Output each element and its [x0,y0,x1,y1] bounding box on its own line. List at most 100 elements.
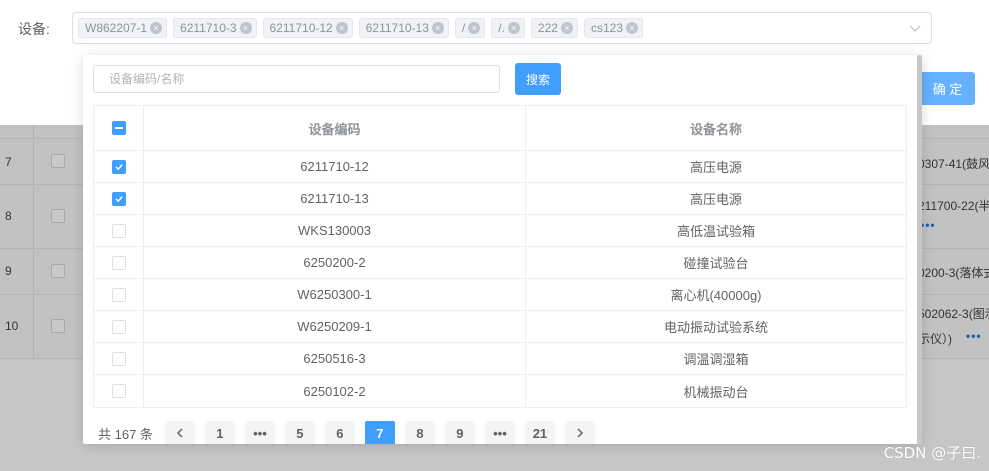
device-code-cell: 6250102-2 [144,375,526,407]
check-icon [114,195,123,202]
chevron-right-icon [577,428,583,438]
device-code-cell: 6250516-3 [144,343,526,374]
row-checkbox[interactable] [111,319,126,334]
device-code-cell: W6250300-1 [144,279,526,310]
row-checkbox[interactable] [111,191,126,206]
close-icon[interactable]: × [625,22,638,34]
search-input[interactable] [93,65,500,93]
device-code-cell: WKS130003 [144,215,526,246]
device-cell: 0200-3(落体式 [918,266,989,280]
row-index: 9 [5,264,12,278]
row-checkbox[interactable] [111,255,126,270]
device-multiselect[interactable]: W862207-1 × 6211710-3 × 6211710-12 × 6211710-1… [72,12,932,44]
check-icon [114,163,123,170]
more-pages-button[interactable]: ••• [484,421,515,444]
device-name-cell: 高低温试验箱 [676,224,755,239]
selected-tag: / × [454,18,486,38]
row-checkbox[interactable] [111,287,126,302]
column-header-name: 设备名称 [689,121,742,137]
close-icon[interactable]: × [335,22,348,34]
more-dots-icon[interactable]: ••• [920,218,936,232]
device-cell: 211700-22(半 [918,199,989,213]
table-row[interactable]: 6250102-2 机械振动台 [94,375,906,407]
row-checkbox-cell [94,183,144,214]
row-checkbox-cell [94,247,144,278]
selected-tag: cs123 × [583,18,643,38]
selected-tag-label: 222 [537,21,558,35]
chevron-left-icon [176,428,183,438]
close-icon[interactable]: × [431,22,444,34]
device-table: 设备编码 设备名称 6211710-12 高压电源 6211710-13 高压电源 WK… [93,105,907,408]
device-code-cell: 6250200-2 [144,247,526,278]
page-button[interactable]: 5 [284,421,315,444]
page-button[interactable]: 1 [204,421,235,444]
device-name-cell: 调温调湿箱 [683,352,749,367]
selected-tag-label: / [461,21,466,35]
device-cell: 502062-3(图示 [918,307,989,321]
selected-tag: /. × [491,18,525,38]
close-icon[interactable]: × [507,22,520,34]
more-pages-button[interactable]: ••• [244,421,275,444]
table-row[interactable]: 6250200-2 碰撞试验台 [94,247,906,279]
row-checkbox[interactable] [51,264,65,278]
device-name-cell: 高压电源 [689,160,742,175]
more-dots-icon[interactable]: ••• [966,329,982,343]
selected-tag: 6211710-12 × [262,18,353,38]
table-row[interactable]: 6211710-12 高压电源 [94,151,906,183]
table-row[interactable]: WKS130003 高低温试验箱 [94,215,906,247]
page-button[interactable]: 21 [524,421,555,444]
row-checkbox[interactable] [51,209,65,223]
device-name-cell: 高压电源 [689,192,742,207]
watermark: CSDN @子曰. [883,444,981,462]
prev-page-button[interactable] [164,421,195,444]
device-name-cell: 电动振动试验系统 [663,320,768,335]
scrollbar-thumb[interactable] [917,55,922,444]
page-button[interactable]: 7 [364,421,395,444]
confirm-button[interactable]: 确 定 [916,72,975,105]
table-row[interactable]: W6250209-1 电动振动试验系统 [94,311,906,343]
selected-tag-label: cs123 [590,21,623,35]
device-cell: 0307-41(鼓风 [918,157,989,171]
row-checkbox[interactable] [111,384,126,398]
chevron-down-icon[interactable] [909,22,921,34]
device-label: 设备: [18,21,50,37]
row-checkbox[interactable] [51,319,65,333]
device-code-cell: 6211710-12 [144,151,526,182]
device-name-cell: 碰撞试验台 [683,256,749,271]
selected-tag-label: /. [498,21,505,35]
table-header: 设备编码 设备名称 [94,106,906,151]
selected-tag: 6211710-3 × [173,18,257,38]
row-checkbox[interactable] [111,223,126,238]
row-checkbox[interactable] [111,159,126,174]
table-row[interactable]: 6211710-13 高压电源 [94,183,906,215]
next-page-button[interactable] [564,421,595,444]
selected-tag-label: 6211710-13 [365,21,429,35]
row-index: 7 [5,155,12,169]
device-name-cell: 机械振动台 [683,384,749,400]
device-code-cell: 6211710-13 [144,183,526,214]
device-picker-dropdown: 搜索 设备编码 设备名称 6211710-12 高压电源 6211710-13 高压电… [83,55,922,444]
select-all-checkbox[interactable] [111,121,126,135]
close-icon[interactable]: × [150,22,163,34]
row-checkbox-cell [94,215,144,246]
selected-tag: 222 × [530,18,578,38]
row-checkbox-cell [94,311,144,342]
close-icon[interactable]: × [468,22,481,34]
selected-tag: W862207-1 × [78,18,168,38]
close-icon[interactable]: × [239,22,252,34]
page-button[interactable]: 8 [404,421,435,444]
close-icon[interactable]: × [560,22,573,34]
row-checkbox-cell [94,151,144,182]
search-button[interactable]: 搜索 [515,63,561,95]
page-button[interactable]: 9 [444,421,475,444]
scrollbar-track[interactable] [917,55,922,444]
header-checkbox-cell [94,106,144,150]
row-checkbox[interactable] [111,351,126,366]
device-cell-continued: 示仪）) [918,332,952,346]
pagination: 共 167 条 1 ••• 5 6 7 8 9 ••• 21 [98,421,605,444]
table-row[interactable]: W6250300-1 离心机(40000g) [94,279,906,311]
row-checkbox[interactable] [51,154,65,168]
total-count: 共 167 条 [98,426,153,442]
table-row[interactable]: 6250516-3 调温调湿箱 [94,343,906,375]
page-button[interactable]: 6 [324,421,355,444]
